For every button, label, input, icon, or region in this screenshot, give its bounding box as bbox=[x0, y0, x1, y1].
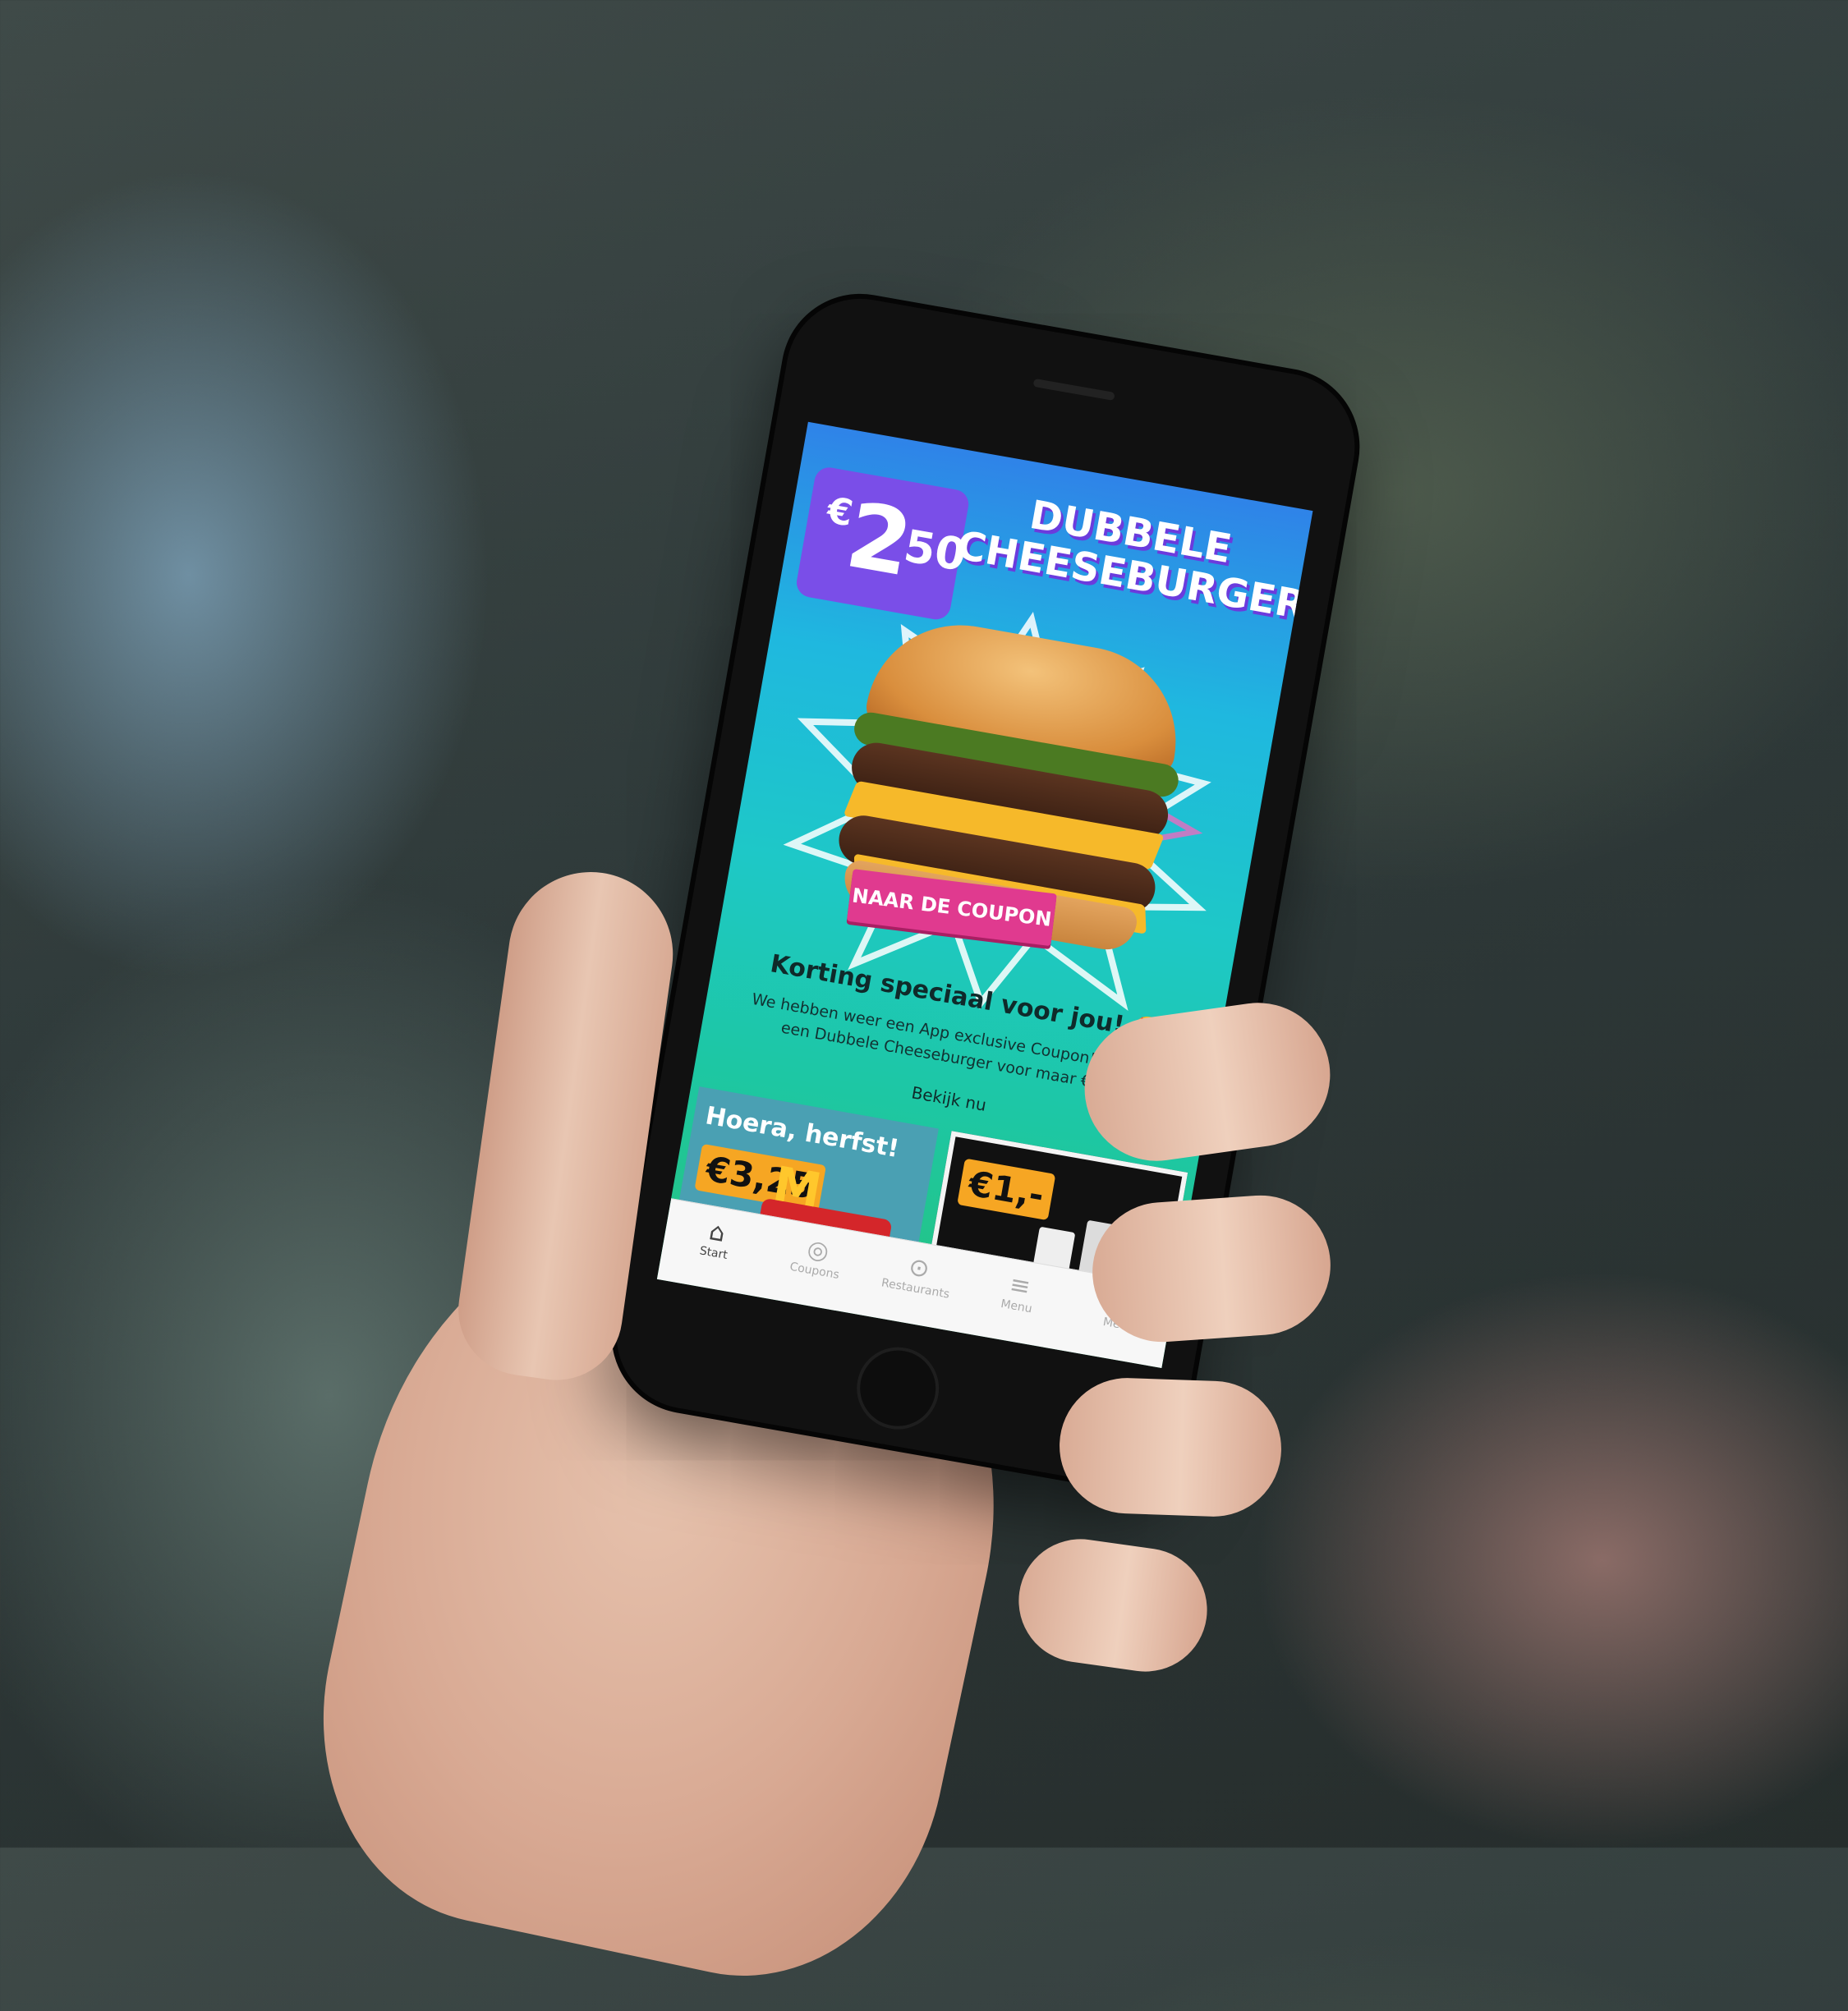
tab-restaurants[interactable]: ⊙ Restaurants bbox=[858, 1235, 973, 1334]
hand-finger bbox=[1010, 1531, 1216, 1680]
photo-scene: € 2 50 DUBBELE CHEESEBURGER NAAR DE COUP… bbox=[0, 0, 1848, 2011]
hand-finger bbox=[1087, 1191, 1335, 1347]
golden-arches-logo: M bbox=[769, 1155, 826, 1219]
tile-price-badge: €1,- bbox=[957, 1158, 1056, 1221]
phone-speaker bbox=[1032, 378, 1115, 402]
hand-finger bbox=[1057, 1375, 1284, 1519]
home-button bbox=[850, 1340, 946, 1436]
tab-menu[interactable]: ≡ Menu bbox=[959, 1252, 1074, 1351]
tab-coupons[interactable]: ◎ Coupons bbox=[758, 1217, 873, 1315]
tab-start[interactable]: ⌂ Start bbox=[657, 1199, 772, 1297]
